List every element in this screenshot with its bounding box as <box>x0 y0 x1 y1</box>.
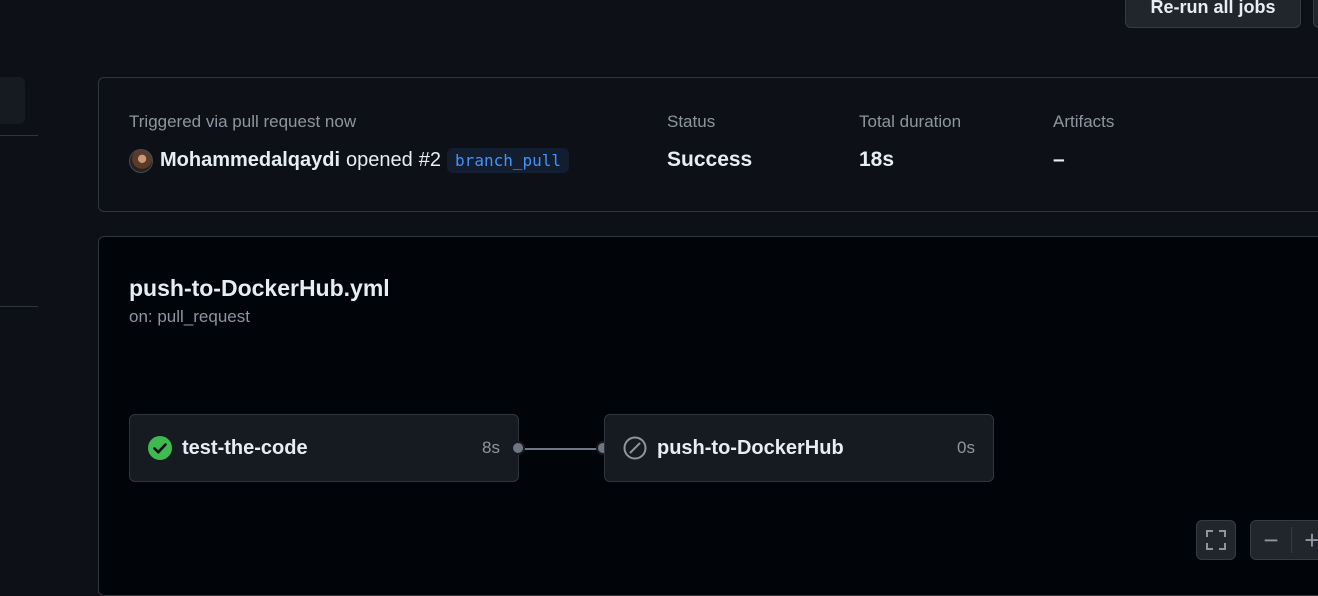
duration-label: Total duration <box>859 112 962 131</box>
rerun-all-jobs-button[interactable]: Re-run all jobs <box>1125 0 1301 28</box>
branch-badge[interactable]: branch_pull <box>447 148 570 173</box>
minus-icon: − <box>1263 525 1279 555</box>
trigger-details: Mohammedalqaydi opened #2 branch_pull <box>129 148 570 173</box>
trigger-label: Triggered via pull request now <box>129 112 357 131</box>
workflow-trigger: on: pull_request <box>129 307 250 326</box>
sidebar-divider <box>0 135 38 136</box>
artifacts-label: Artifacts <box>1053 112 1115 131</box>
check-circle-icon <box>148 436 172 460</box>
fullscreen-button[interactable] <box>1196 520 1236 560</box>
job-connector <box>519 448 603 450</box>
action-text: opened <box>346 149 413 171</box>
artifacts-value: – <box>1053 148 1065 171</box>
pull-request-link[interactable]: #2 <box>419 149 441 172</box>
run-summary-panel: Triggered via pull request now Mohammeda… <box>98 77 1318 212</box>
job-name: push-to-DockerHub <box>657 436 844 459</box>
duration-value: 18s <box>859 148 895 171</box>
job-name: test-the-code <box>182 436 308 459</box>
job-card-test-the-code[interactable]: test-the-code 8s <box>129 414 519 482</box>
status-value: Success <box>667 148 753 171</box>
more-options-button[interactable] <box>1313 0 1318 28</box>
job-card-push-to-dockerhub[interactable]: push-to-DockerHub 0s <box>604 414 994 482</box>
plus-icon: + <box>1304 525 1318 555</box>
sidebar-divider <box>0 306 38 307</box>
sidebar-selected-item[interactable] <box>0 77 25 124</box>
username-link[interactable]: Mohammedalqaydi <box>160 149 340 172</box>
status-label: Status <box>667 112 716 131</box>
skip-icon <box>623 436 647 460</box>
zoom-in-button[interactable]: + <box>1292 527 1318 553</box>
avatar[interactable] <box>129 148 153 173</box>
zoom-controls: − + <box>1250 520 1318 560</box>
fullscreen-icon <box>1206 530 1226 550</box>
workflow-graph-panel: push-to-DockerHub.yml on: pull_request t… <box>98 236 1318 596</box>
job-duration: 8s <box>482 438 500 457</box>
job-duration: 0s <box>957 438 975 457</box>
output-port <box>511 441 525 455</box>
workflow-filename[interactable]: push-to-DockerHub.yml <box>129 275 390 302</box>
zoom-out-button[interactable]: − <box>1251 527 1292 553</box>
